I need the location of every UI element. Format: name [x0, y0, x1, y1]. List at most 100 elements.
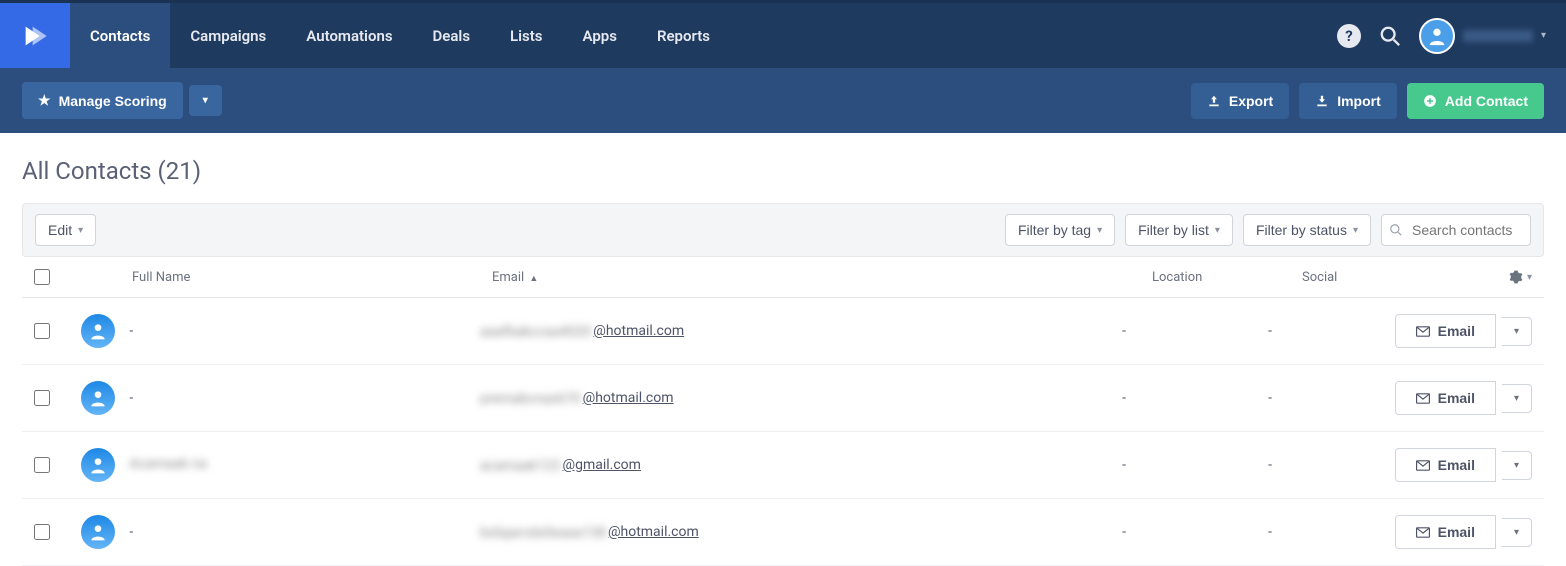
- filter-status-label: Filter by status: [1256, 222, 1347, 238]
- contact-location: -: [1122, 457, 1268, 473]
- contact-email[interactable]: aaafbakccaa4020@hotmail.com: [480, 323, 1122, 339]
- plus-circle-icon: [1423, 94, 1437, 108]
- list-toolbar: Edit ▾ Filter by tag ▾ Filter by list ▾ …: [22, 203, 1544, 257]
- chevron-down-icon: ▾: [1527, 272, 1532, 283]
- contact-social: -: [1268, 323, 1395, 339]
- page-content: All Contacts (21) Edit ▾ Filter by tag ▾…: [0, 133, 1566, 566]
- email-contact-button[interactable]: Email: [1395, 314, 1496, 348]
- contact-name[interactable]: -: [129, 524, 133, 540]
- column-settings-button[interactable]: ▾: [1509, 270, 1532, 284]
- chevron-down-icon: ▾: [1514, 326, 1519, 337]
- select-all-checkbox[interactable]: [34, 269, 50, 285]
- nav-lists[interactable]: Lists: [490, 3, 562, 68]
- email-domain: @hotmail.com: [593, 323, 684, 339]
- edit-label: Edit: [48, 222, 72, 238]
- gear-icon: [1509, 270, 1523, 284]
- contact-name[interactable]: Acamaak na: [129, 456, 207, 470]
- chevron-down-icon: ▾: [1514, 527, 1519, 538]
- envelope-icon: [1416, 393, 1430, 404]
- email-button-label: Email: [1438, 323, 1475, 339]
- email-prefix-blurred: acamaak122: [480, 458, 561, 472]
- envelope-icon: [1416, 460, 1430, 471]
- chevron-down-icon: ▾: [1514, 460, 1519, 471]
- search-contacts-wrap: [1381, 214, 1531, 246]
- email-contact-button[interactable]: Email: [1395, 515, 1496, 549]
- contact-email[interactable]: bxligarcda5eaaa138@hotmail.com: [480, 524, 1122, 540]
- table-row: Acamaak na acamaak122@gmail.com - - Emai…: [22, 432, 1544, 499]
- nav-apps[interactable]: Apps: [563, 3, 637, 68]
- nav-automations[interactable]: Automations: [286, 3, 412, 68]
- email-contact-dropdown[interactable]: ▾: [1502, 317, 1532, 346]
- email-contact-dropdown[interactable]: ▾: [1502, 518, 1532, 547]
- topbar-right: ? ▾: [1337, 3, 1566, 68]
- contact-social: -: [1268, 524, 1395, 540]
- top-nav: Contacts Campaigns Automations Deals Lis…: [0, 0, 1566, 68]
- add-contact-button[interactable]: Add Contact: [1407, 83, 1544, 119]
- column-email[interactable]: Email ▲: [492, 270, 1152, 285]
- email-button-label: Email: [1438, 524, 1475, 540]
- user-avatar-icon: [1419, 18, 1455, 54]
- chevron-down-icon: ▾: [203, 95, 208, 106]
- app-logo[interactable]: [0, 3, 70, 68]
- filter-by-list-button[interactable]: Filter by list ▾: [1125, 214, 1233, 246]
- table-row: - aaafbakccaa4020@hotmail.com - - Email …: [22, 298, 1544, 365]
- manage-scoring-label: Manage Scoring: [59, 93, 167, 109]
- email-contact-button[interactable]: Email: [1395, 381, 1496, 415]
- row-checkbox[interactable]: [34, 524, 50, 540]
- column-location[interactable]: Location: [1152, 270, 1302, 285]
- chevron-down-icon: ▾: [1353, 225, 1358, 236]
- manage-scoring-button[interactable]: ★ Manage Scoring: [22, 82, 183, 119]
- nav-campaigns[interactable]: Campaigns: [170, 3, 286, 68]
- sort-asc-icon: ▲: [529, 273, 538, 284]
- nav-deals[interactable]: Deals: [413, 3, 491, 68]
- contact-avatar-icon[interactable]: [81, 448, 115, 482]
- chevron-down-icon: ▾: [1541, 30, 1546, 41]
- contact-email[interactable]: premabcnax670@hotmail.com: [480, 390, 1122, 406]
- row-checkbox[interactable]: [34, 323, 50, 339]
- filter-list-label: Filter by list: [1138, 222, 1209, 238]
- search-icon[interactable]: [1379, 25, 1401, 47]
- email-button-label: Email: [1438, 457, 1475, 473]
- nav-contacts[interactable]: Contacts: [70, 3, 170, 68]
- import-button[interactable]: Import: [1299, 83, 1397, 119]
- nav-reports[interactable]: Reports: [637, 3, 730, 68]
- column-email-label: Email: [492, 270, 524, 285]
- column-full-name[interactable]: Full Name: [132, 270, 492, 285]
- row-checkbox[interactable]: [34, 390, 50, 406]
- export-button[interactable]: Export: [1191, 83, 1289, 119]
- search-icon: [1389, 223, 1403, 237]
- contact-avatar-icon[interactable]: [81, 381, 115, 415]
- table-header: Full Name Email ▲ Location Social ▾: [22, 257, 1544, 298]
- contact-name[interactable]: -: [129, 390, 133, 406]
- row-checkbox[interactable]: [34, 457, 50, 473]
- column-social[interactable]: Social: [1302, 270, 1432, 285]
- help-icon[interactable]: ?: [1337, 24, 1361, 48]
- chevron-down-icon: ▾: [1215, 225, 1220, 236]
- email-contact-dropdown[interactable]: ▾: [1502, 384, 1532, 413]
- table-row: - bxligarcda5eaaa138@hotmail.com - - Ema…: [22, 499, 1544, 566]
- edit-button[interactable]: Edit ▾: [35, 214, 96, 246]
- email-domain: @hotmail.com: [608, 524, 699, 540]
- contact-email[interactable]: acamaak122@gmail.com: [480, 457, 1122, 473]
- email-prefix-blurred: aaafbakccaa4020: [480, 324, 592, 338]
- contact-avatar-icon[interactable]: [81, 314, 115, 348]
- email-contact-button[interactable]: Email: [1395, 448, 1496, 482]
- email-domain: @gmail.com: [563, 457, 641, 473]
- action-bar: ★ Manage Scoring ▾ Export Import Add Con…: [0, 68, 1566, 133]
- filter-by-tag-button[interactable]: Filter by tag ▾: [1005, 214, 1115, 246]
- envelope-icon: [1416, 527, 1430, 538]
- filter-by-status-button[interactable]: Filter by status ▾: [1243, 214, 1371, 246]
- download-icon: [1315, 94, 1329, 108]
- manage-scoring-dropdown[interactable]: ▾: [189, 85, 222, 116]
- contact-name[interactable]: -: [129, 323, 133, 339]
- contact-avatar-icon[interactable]: [81, 515, 115, 549]
- search-contacts-input[interactable]: [1381, 214, 1531, 246]
- page-title: All Contacts (21): [22, 157, 1544, 185]
- star-icon: ★: [38, 92, 51, 109]
- export-label: Export: [1229, 93, 1273, 109]
- user-menu[interactable]: ▾: [1419, 18, 1546, 54]
- email-contact-dropdown[interactable]: ▾: [1502, 451, 1532, 480]
- chevron-down-icon: ▾: [1514, 393, 1519, 404]
- add-contact-label: Add Contact: [1445, 93, 1528, 109]
- contact-location: -: [1122, 390, 1268, 406]
